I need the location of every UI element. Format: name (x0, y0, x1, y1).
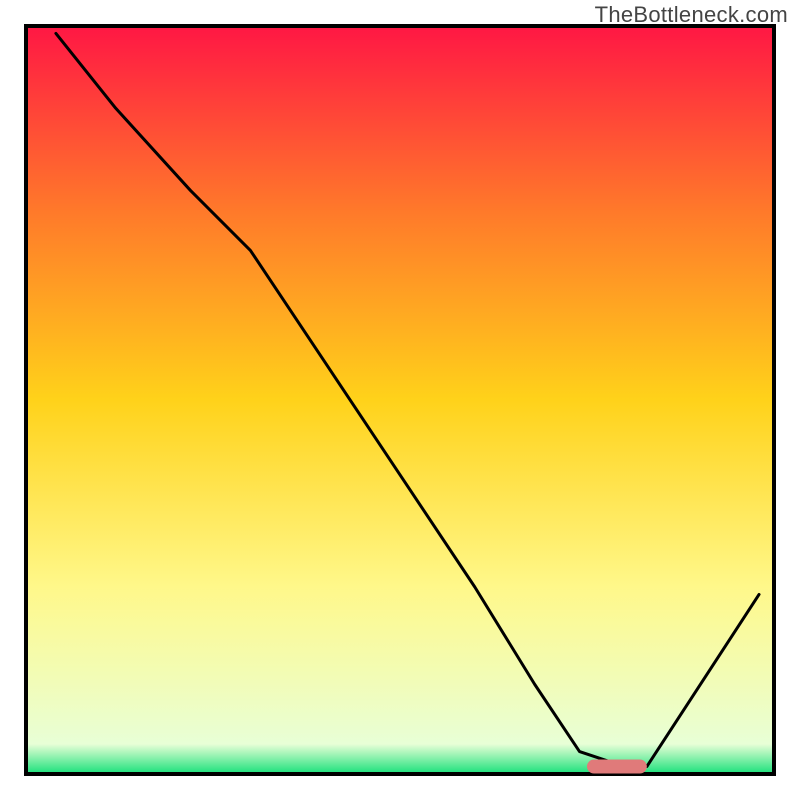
bottleneck-chart: TheBottleneck.com (0, 0, 800, 800)
gradient-background (26, 26, 774, 774)
watermark-text: TheBottleneck.com (595, 2, 788, 28)
optimal-marker (587, 760, 647, 774)
chart-svg (0, 0, 800, 800)
